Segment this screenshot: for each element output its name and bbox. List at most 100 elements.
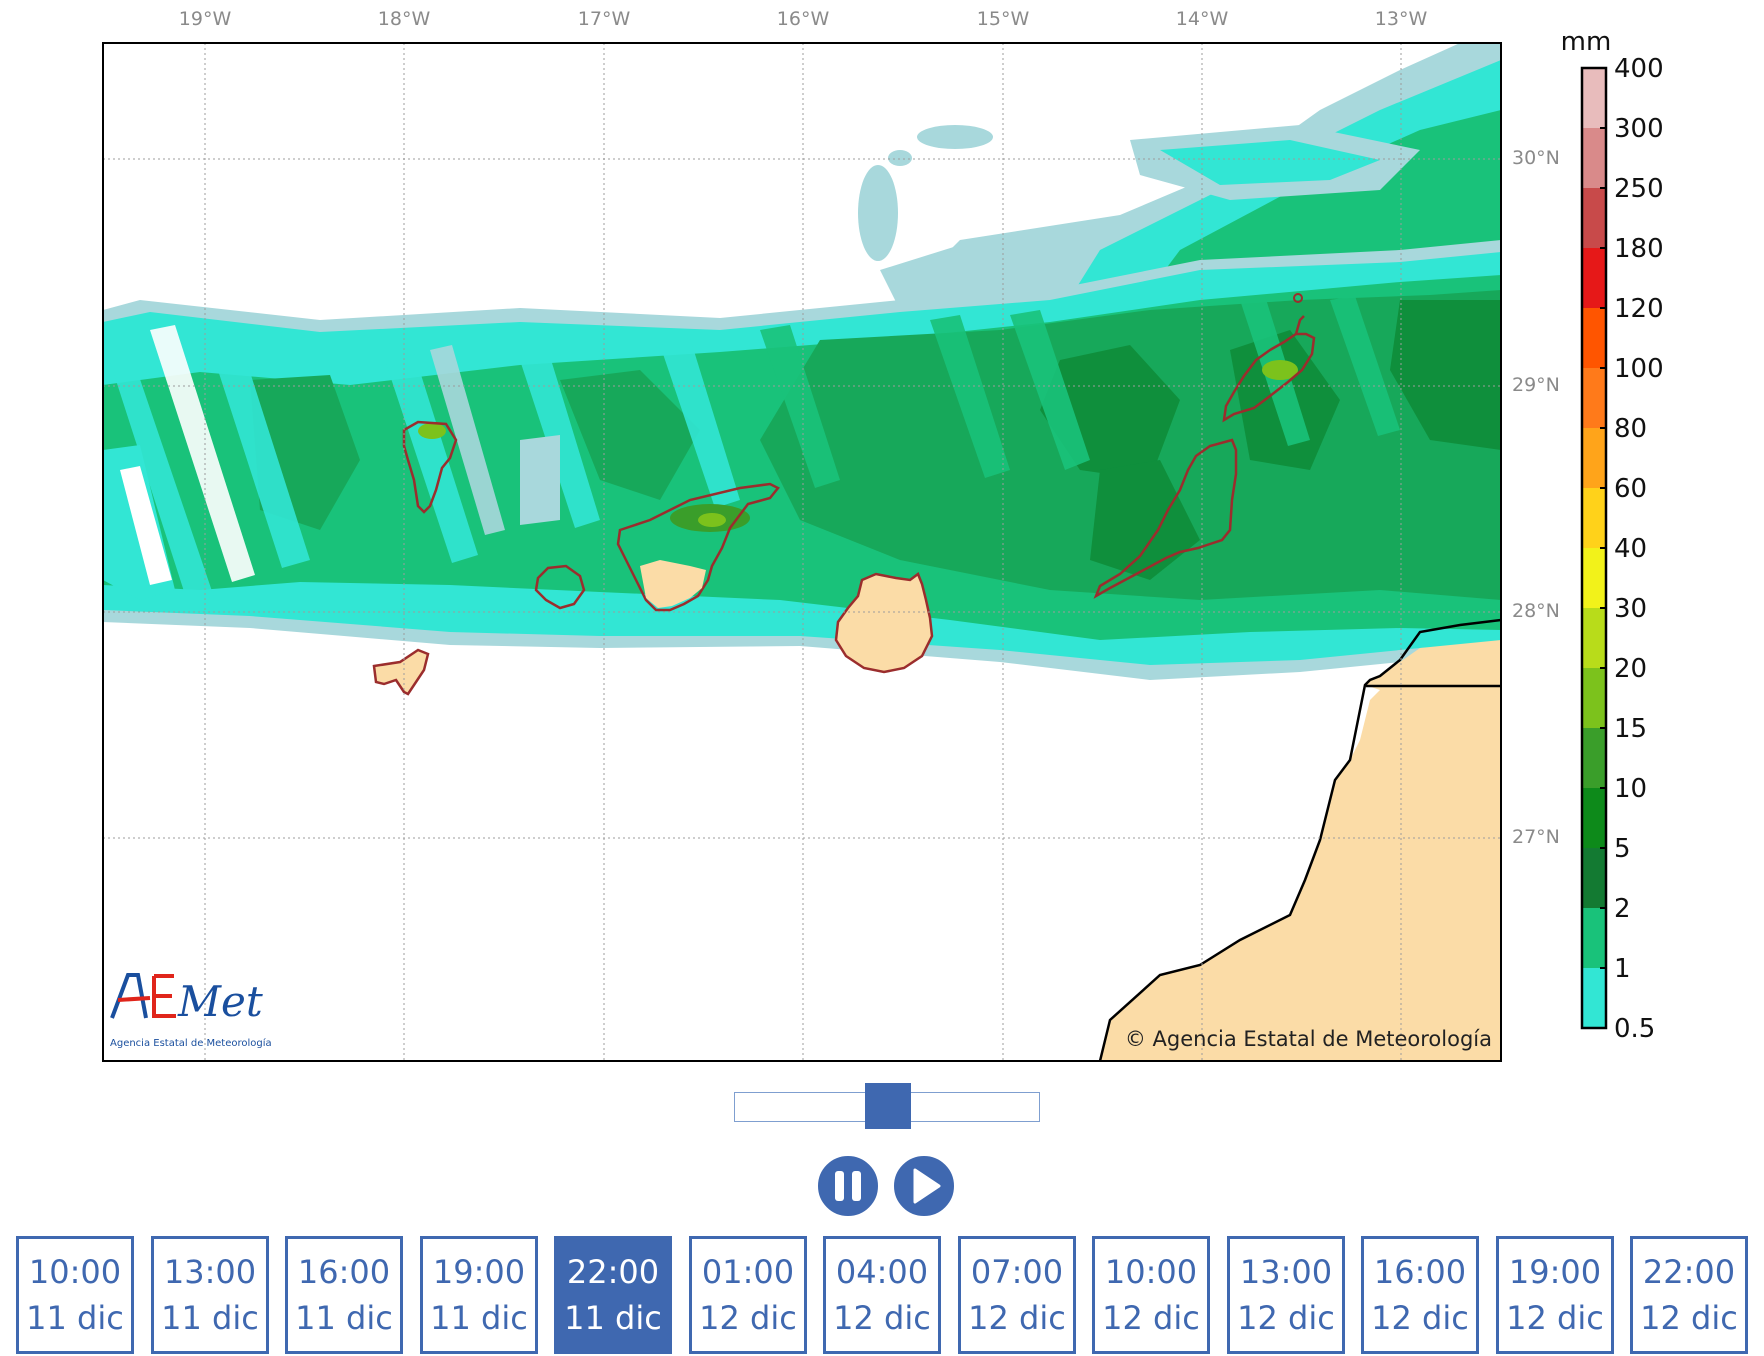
colorbar-level-label: 180 xyxy=(1614,234,1664,264)
pause-icon xyxy=(835,1171,861,1201)
time-button-day: 12 dic xyxy=(1506,1299,1604,1337)
colorbar-level-label: 15 xyxy=(1614,714,1647,744)
colorbar-level-label: 60 xyxy=(1614,474,1647,504)
colorbar-level-label: 400 xyxy=(1614,54,1664,84)
lon-label: 16°W xyxy=(777,8,830,30)
time-button-day: 12 dic xyxy=(699,1299,797,1337)
time-button-day: 11 dic xyxy=(564,1299,662,1337)
colorbar-swatch xyxy=(1582,428,1606,489)
colorbar-swatch xyxy=(1582,668,1606,729)
time-button-hour: 04:00 xyxy=(835,1253,929,1291)
colorbar-swatch xyxy=(1582,968,1606,1029)
time-button-hour: 13:00 xyxy=(1239,1253,1333,1291)
lat-label: 28°N xyxy=(1512,600,1560,622)
colorbar-swatch xyxy=(1582,368,1606,429)
time-button[interactable]: 19:00 11 dic xyxy=(420,1236,538,1354)
time-button[interactable]: 10:00 11 dic xyxy=(16,1236,134,1354)
colorbar-swatch xyxy=(1582,188,1606,249)
colorbar-level-label: 250 xyxy=(1614,174,1664,204)
colorbar-swatch xyxy=(1582,548,1606,609)
precipitation-map: 19°W 18°W 17°W 16°W 15°W 14°W 13°W 30°N … xyxy=(102,8,1664,1062)
play-button[interactable] xyxy=(892,1154,956,1218)
svg-text:Met: Met xyxy=(177,977,263,1026)
time-button-day: 11 dic xyxy=(161,1299,259,1337)
colorbar-swatch xyxy=(1582,248,1606,309)
lon-label: 18°W xyxy=(378,8,431,30)
colorbar-level-label: 10 xyxy=(1614,774,1647,804)
time-button-day: 12 dic xyxy=(968,1299,1066,1337)
logo-subtitle: Agencia Estatal de Meteorología xyxy=(110,1037,272,1049)
lon-label: 19°W xyxy=(179,8,232,30)
time-slider[interactable] xyxy=(734,1083,1040,1129)
colorbar-swatch xyxy=(1582,788,1606,849)
lat-label: 27°N xyxy=(1512,826,1560,848)
map-credit: © Agencia Estatal de Meteorología xyxy=(1125,1027,1492,1051)
colorbar-swatch xyxy=(1582,68,1606,129)
time-slider-thumb[interactable] xyxy=(865,1083,911,1129)
time-button-hour: 19:00 xyxy=(432,1253,526,1291)
latitude-labels: 30°N 29°N 28°N 27°N xyxy=(1512,147,1560,848)
time-button-hour: 01:00 xyxy=(701,1253,795,1291)
lon-label: 14°W xyxy=(1176,8,1229,30)
time-button-hour: 19:00 xyxy=(1508,1253,1602,1291)
time-button[interactable]: 22:00 11 dic xyxy=(554,1236,672,1354)
time-button[interactable]: 22:00 12 dic xyxy=(1630,1236,1748,1354)
time-button[interactable]: 19:00 12 dic xyxy=(1496,1236,1614,1354)
time-button[interactable]: 04:00 12 dic xyxy=(823,1236,941,1354)
time-button-day: 12 dic xyxy=(1237,1299,1335,1337)
time-button-hour: 22:00 xyxy=(1642,1253,1736,1291)
colorbar-level-label: 120 xyxy=(1614,294,1664,324)
time-button-day: 12 dic xyxy=(1640,1299,1738,1337)
time-button-hour: 22:00 xyxy=(566,1253,660,1291)
lon-label: 17°W xyxy=(578,8,631,30)
colorbar-level-label: 80 xyxy=(1614,414,1647,444)
colorbar-swatch xyxy=(1582,128,1606,189)
precipitation-map-figure: 19°W 18°W 17°W 16°W 15°W 14°W 13°W 30°N … xyxy=(0,0,1764,1064)
colorbar-swatch xyxy=(1582,728,1606,789)
time-button-day: 12 dic xyxy=(1371,1299,1469,1337)
colorbar-level-label: 5 xyxy=(1614,834,1631,864)
colorbar-unit: mm xyxy=(1561,27,1612,57)
forecast-time-list: 10:00 11 dic 13:00 11 dic 16:00 11 dic 19:00 11… xyxy=(16,1236,1748,1356)
colorbar-level-label: 30 xyxy=(1614,594,1647,624)
colorbar-swatch xyxy=(1582,848,1606,909)
colorbar: mm 400 300 250 180 120 100 80 60 40 30 20 15 10 5 2 1 0.… xyxy=(1561,27,1664,1044)
colorbar-level-label: 100 xyxy=(1614,354,1664,384)
time-button[interactable]: 16:00 12 dic xyxy=(1361,1236,1479,1354)
time-button[interactable]: 16:00 11 dic xyxy=(285,1236,403,1354)
time-button-day: 11 dic xyxy=(295,1299,393,1337)
colorbar-swatch xyxy=(1582,908,1606,969)
colorbar-level-label: 20 xyxy=(1614,654,1647,684)
colorbar-swatch xyxy=(1582,488,1606,549)
time-button[interactable]: 07:00 12 dic xyxy=(958,1236,1076,1354)
time-button-hour: 16:00 xyxy=(1373,1253,1467,1291)
time-button[interactable]: 01:00 12 dic xyxy=(689,1236,807,1354)
time-button-day: 11 dic xyxy=(430,1299,528,1337)
time-button-hour: 10:00 xyxy=(1104,1253,1198,1291)
lat-label: 29°N xyxy=(1512,374,1560,396)
colorbar-level-label: 0.5 xyxy=(1614,1014,1655,1044)
time-button-hour: 13:00 xyxy=(163,1253,257,1291)
pause-button[interactable] xyxy=(816,1154,880,1218)
lon-label: 15°W xyxy=(977,8,1030,30)
colorbar-swatch xyxy=(1582,308,1606,369)
time-button-hour: 10:00 xyxy=(28,1253,122,1291)
play-icon xyxy=(913,1168,941,1204)
colorbar-level-label: 2 xyxy=(1614,894,1631,924)
colorbar-level-label: 40 xyxy=(1614,534,1647,564)
colorbar-level-label: 1 xyxy=(1614,954,1631,984)
lon-label: 13°W xyxy=(1375,8,1428,30)
time-button[interactable]: 13:00 11 dic xyxy=(151,1236,269,1354)
longitude-labels: 19°W 18°W 17°W 16°W 15°W 14°W 13°W xyxy=(179,8,1428,30)
colorbar-labels: 400 300 250 180 120 100 80 60 40 30 20 15 10 5 2 1 0.5 xyxy=(1600,54,1664,1044)
time-button-day: 12 dic xyxy=(833,1299,931,1337)
time-button[interactable]: 10:00 12 dic xyxy=(1092,1236,1210,1354)
colorbar-swatch xyxy=(1582,608,1606,669)
lat-label: 30°N xyxy=(1512,147,1560,169)
time-button[interactable]: 13:00 12 dic xyxy=(1227,1236,1345,1354)
time-button-day: 11 dic xyxy=(26,1299,124,1337)
time-button-hour: 16:00 xyxy=(297,1253,391,1291)
time-button-day: 12 dic xyxy=(1102,1299,1200,1337)
colorbar-level-label: 300 xyxy=(1614,114,1664,144)
time-button-hour: 07:00 xyxy=(970,1253,1064,1291)
